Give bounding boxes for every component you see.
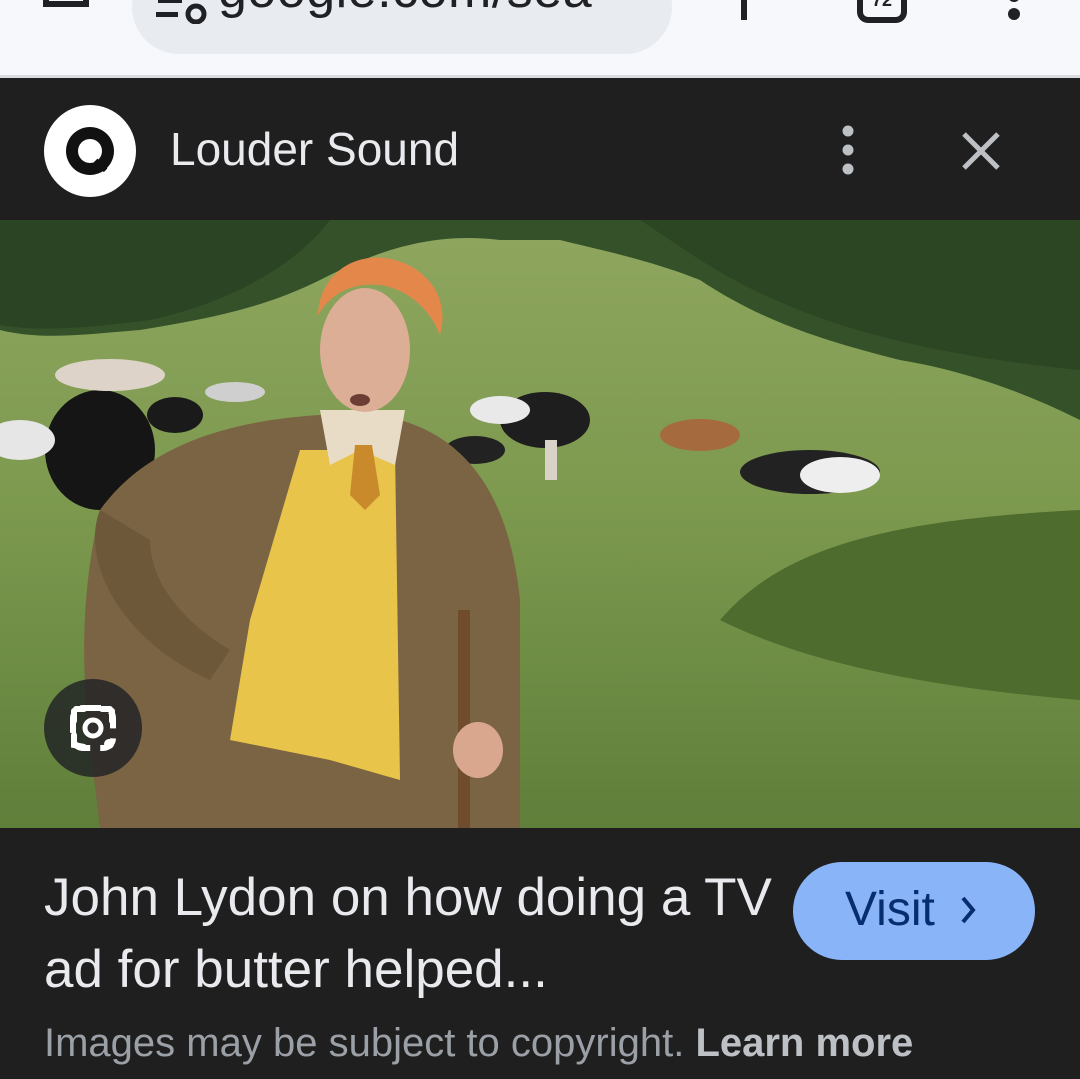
- home-icon[interactable]: [40, 0, 92, 28]
- url-text: google.com/sea: [218, 0, 592, 16]
- chevron-right-icon: [959, 892, 979, 928]
- preview-image[interactable]: [0, 220, 1080, 828]
- copyright-notice: Images may be subject to copyright. Lear…: [44, 1014, 913, 1072]
- visit-label: Visit: [845, 883, 935, 936]
- close-icon[interactable]: [956, 126, 1006, 176]
- more-vert-icon[interactable]: [830, 125, 866, 177]
- visit-button[interactable]: Visit: [793, 862, 1035, 960]
- source-name[interactable]: Louder Sound: [170, 121, 459, 177]
- learn-more-link[interactable]: Learn more: [695, 1021, 913, 1065]
- source-header: Louder Sound: [0, 81, 1080, 220]
- copyright-text: Images may be subject to copyright.: [44, 1021, 685, 1065]
- result-title[interactable]: John Lydon on how doing a TV ad for butt…: [44, 862, 774, 1006]
- new-tab-icon[interactable]: [720, 0, 768, 24]
- source-logo-icon[interactable]: [44, 105, 136, 197]
- google-lens-icon[interactable]: [44, 679, 142, 777]
- toolbar-divider: [0, 75, 1080, 78]
- tab-count: 72: [871, 0, 893, 10]
- site-info-icon[interactable]: [152, 0, 212, 25]
- overflow-menu-icon[interactable]: [1000, 0, 1028, 30]
- address-bar[interactable]: google.com/sea: [132, 0, 672, 54]
- browser-toolbar: google.com/sea 72: [0, 0, 1080, 78]
- preview-image-illustration: [0, 220, 1080, 828]
